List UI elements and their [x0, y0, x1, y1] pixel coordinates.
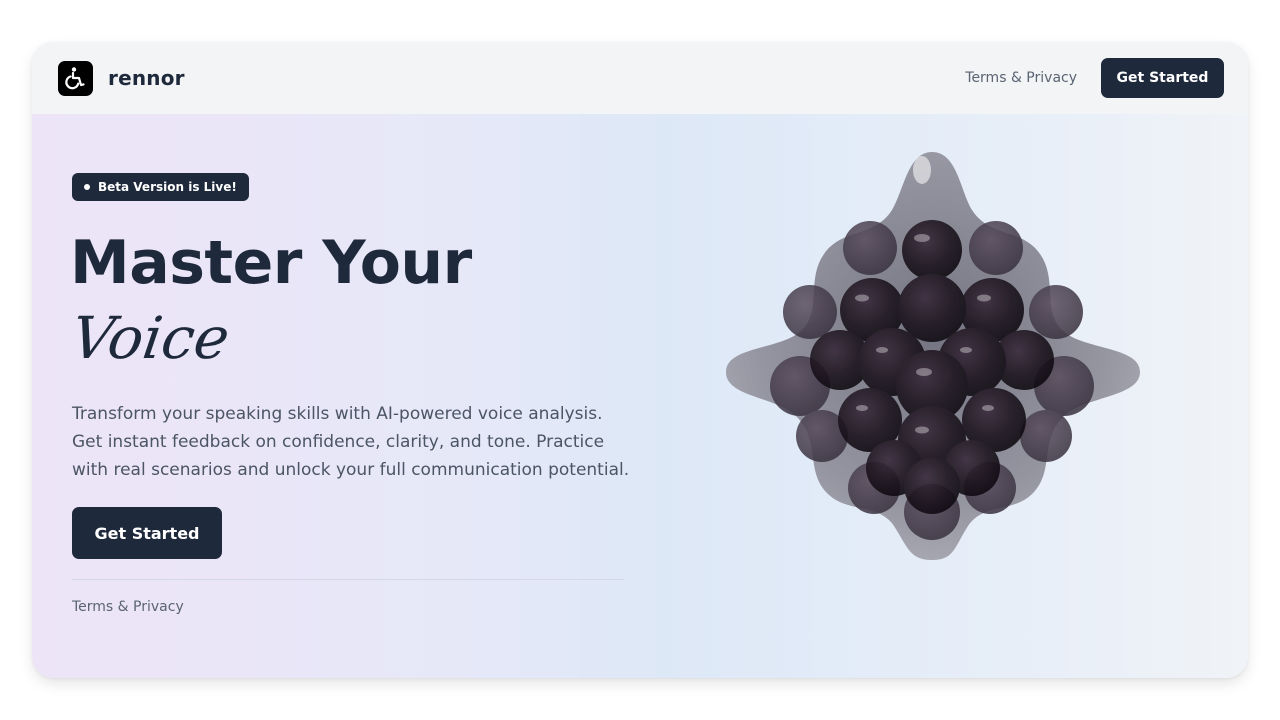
voice-blob-illustration — [726, 152, 1140, 560]
logo[interactable] — [58, 60, 93, 96]
get-started-nav-button[interactable]: Get Started — [1101, 58, 1224, 98]
terms-privacy-link[interactable]: Terms & Privacy — [965, 70, 1077, 86]
get-started-button[interactable]: Get Started — [72, 507, 222, 559]
top-nav: rennor Terms & Privacy Get Started — [32, 42, 1248, 114]
brand-name[interactable]: rennor — [108, 66, 185, 90]
accessibility-icon — [64, 67, 85, 90]
hero-title: Master Your — [70, 228, 472, 298]
badge-label: Beta Version is Live! — [98, 180, 237, 194]
hero-description: Transform your speaking skills with AI-p… — [72, 404, 630, 480]
footer-terms-privacy-link[interactable]: Terms & Privacy — [72, 599, 184, 615]
hero-card: rennor Terms & Privacy Get Started Beta … — [32, 42, 1248, 678]
badge-dot-icon — [84, 184, 90, 190]
hero-title-script: Voice — [67, 304, 234, 372]
beta-badge: Beta Version is Live! — [72, 173, 249, 201]
divider — [72, 579, 624, 580]
